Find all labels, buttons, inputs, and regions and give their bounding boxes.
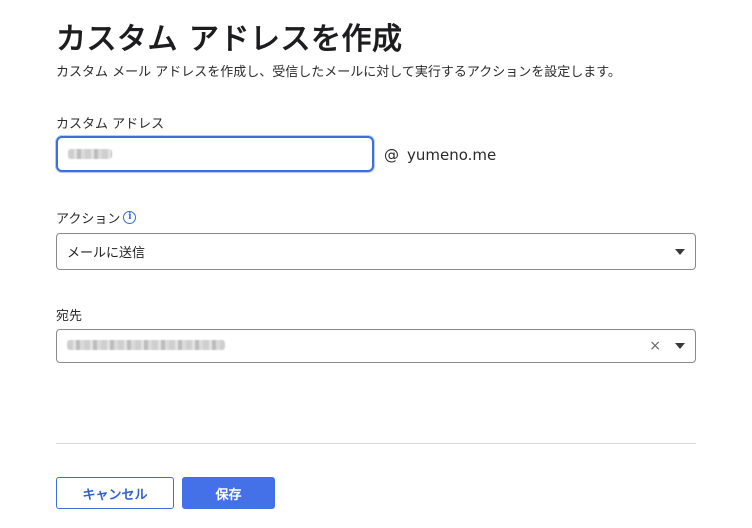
divider (56, 443, 696, 444)
custom-address-input[interactable] (56, 136, 374, 172)
chevron-down-icon[interactable] (675, 343, 685, 349)
action-select[interactable]: メールに送信 (56, 233, 696, 270)
save-button[interactable]: 保存 (182, 477, 275, 509)
cancel-button[interactable]: キャンセル (56, 477, 174, 509)
destination-label-text: 宛先 (56, 309, 83, 324)
custom-address-label: カスタム アドレス (56, 113, 164, 132)
destination-label: 宛先 (56, 305, 82, 324)
destination-selected-value (67, 339, 649, 354)
page-title: カスタム アドレスを作成 (56, 22, 403, 57)
action-label: アクション i (56, 208, 137, 227)
at-symbol: @ (384, 146, 399, 164)
info-icon[interactable]: i (123, 211, 137, 224)
destination-select[interactable]: × (56, 329, 696, 363)
action-selected-value: メールに送信 (67, 246, 146, 261)
custom-address-label-text: カスタム アドレス (56, 117, 165, 132)
domain-text: yumeno.me (407, 146, 497, 164)
create-custom-address-page: カスタム アドレスを作成 カスタム メール アドレスを作成し、受信したメールに対… (0, 0, 752, 528)
address-domain: @ yumeno.me (384, 146, 496, 164)
action-label-text: アクション (56, 212, 121, 227)
page-subtitle: カスタム メール アドレスを作成し、受信したメールに対して実行するアクションを設… (56, 65, 621, 80)
clear-icon[interactable]: × (649, 339, 661, 353)
redacted-address-value (68, 149, 112, 159)
redacted-destination-value (67, 339, 225, 350)
chevron-down-icon[interactable] (675, 248, 685, 255)
